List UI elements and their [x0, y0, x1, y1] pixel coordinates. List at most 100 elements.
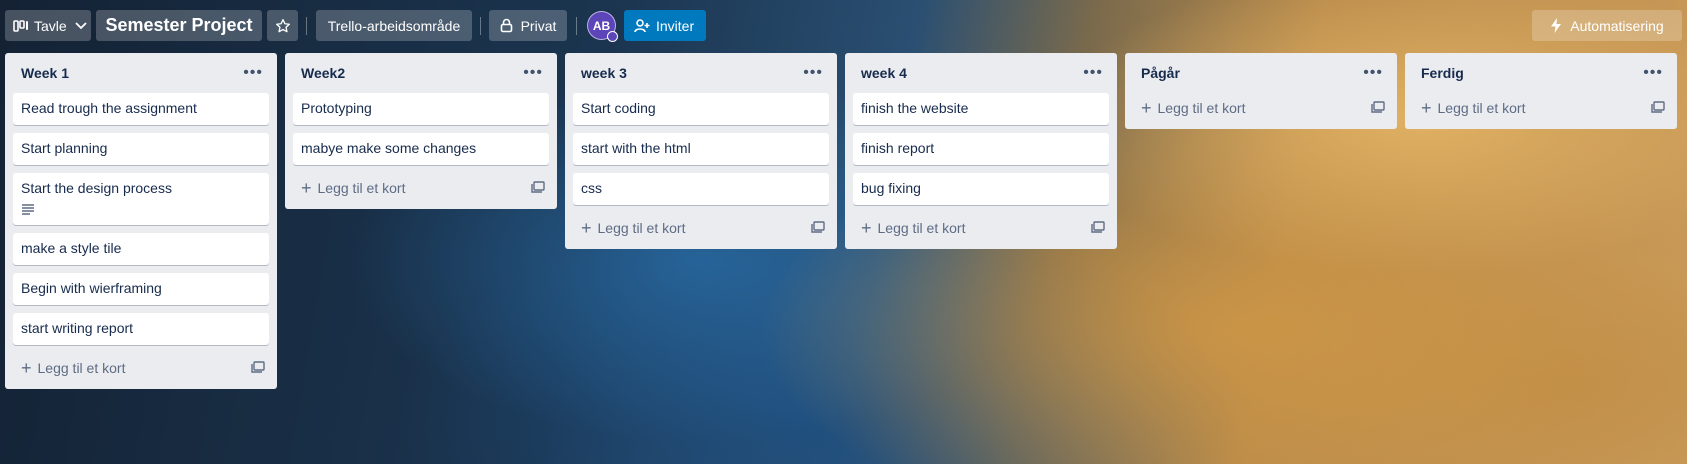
add-card-row: + Legg til et kort	[573, 213, 829, 243]
add-card-row: + Legg til et kort	[293, 173, 549, 203]
invite-button[interactable]: Inviter	[624, 10, 707, 41]
add-card-button[interactable]: + Legg til et kort	[1141, 99, 1245, 117]
add-card-row: + Legg til et kort	[13, 353, 269, 383]
card-template-icon[interactable]	[251, 360, 265, 376]
plus-icon: +	[21, 358, 32, 378]
more-icon[interactable]: •••	[803, 65, 823, 81]
card-list: Start coding start with the html css	[573, 93, 829, 205]
plus-icon: +	[861, 218, 872, 238]
card-title: Start coding	[581, 100, 656, 116]
more-icon[interactable]: •••	[243, 65, 263, 81]
add-card-button[interactable]: + Legg til et kort	[21, 359, 125, 377]
invite-label: Inviter	[656, 17, 695, 34]
list-title[interactable]: Week 1	[21, 65, 69, 81]
list-title[interactable]: Pågår	[1141, 65, 1180, 81]
more-icon[interactable]: •••	[1643, 65, 1663, 81]
add-card-row: + Legg til et kort	[1413, 93, 1669, 123]
description-icon	[21, 202, 261, 218]
list-title[interactable]: Ferdig	[1421, 65, 1464, 81]
visibility-button[interactable]: Privat	[489, 10, 567, 41]
card[interactable]: Start the design process	[13, 173, 269, 225]
list-week-2: Week2 ••• Prototyping mabye make some ch…	[285, 53, 557, 209]
card[interactable]: Prototyping	[293, 93, 549, 125]
card-title: Begin with wierframing	[21, 280, 162, 296]
list-title[interactable]: week 3	[581, 65, 627, 81]
card[interactable]: Begin with wierframing	[13, 273, 269, 305]
card-title: finish the website	[861, 100, 969, 116]
list-header: week 3 •••	[573, 53, 829, 93]
card[interactable]: Read trough the assignment	[13, 93, 269, 125]
avatar[interactable]: AB	[587, 11, 618, 42]
chevron-down-icon	[75, 21, 87, 30]
automation-button[interactable]: Automatisering	[1532, 10, 1682, 41]
card-template-icon[interactable]	[531, 180, 545, 196]
more-icon[interactable]: •••	[1363, 65, 1383, 81]
admin-badge-icon	[607, 31, 618, 42]
workspace-button[interactable]: Trello-arbeidsområde	[316, 10, 472, 41]
card[interactable]: finish the website	[853, 93, 1109, 125]
list-week-4: week 4 ••• finish the website finish rep…	[845, 53, 1117, 249]
header-divider	[576, 17, 577, 35]
card[interactable]: finish report	[853, 133, 1109, 165]
header-divider	[306, 17, 307, 35]
add-card-button[interactable]: + Legg til et kort	[861, 219, 965, 237]
card-template-icon[interactable]	[1651, 100, 1665, 116]
card[interactable]: start with the html	[573, 133, 829, 165]
card[interactable]: mabye make some changes	[293, 133, 549, 165]
card-title: finish report	[861, 140, 935, 156]
add-card-label: Legg til et kort	[877, 220, 966, 236]
list-header: Week2 •••	[293, 53, 549, 93]
board-icon	[13, 19, 29, 33]
add-card-label: Legg til et kort	[597, 220, 686, 236]
plus-icon: +	[1141, 98, 1152, 118]
list-in-progress: Pågår ••• + Legg til et kort	[1125, 53, 1397, 129]
lock-icon	[500, 18, 513, 33]
list-header: Week 1 •••	[13, 53, 269, 93]
avatar-initials: AB	[592, 18, 611, 33]
add-card-label: Legg til et kort	[37, 360, 126, 376]
add-card-label: Legg til et kort	[1437, 100, 1526, 116]
card[interactable]: Start coding	[573, 93, 829, 125]
card-title: Prototyping	[301, 100, 372, 116]
card[interactable]: Start planning	[13, 133, 269, 165]
card[interactable]: make a style tile	[13, 233, 269, 265]
board-title[interactable]: Semester Project	[96, 10, 262, 41]
star-button[interactable]	[267, 10, 298, 41]
more-icon[interactable]: •••	[523, 65, 543, 81]
card-title: Read trough the assignment	[21, 100, 197, 116]
list-title[interactable]: week 4	[861, 65, 907, 81]
add-card-label: Legg til et kort	[317, 180, 406, 196]
list-header: week 4 •••	[853, 53, 1109, 93]
card[interactable]: css	[573, 173, 829, 205]
card-title: make a style tile	[21, 240, 122, 256]
visibility-label: Privat	[520, 17, 557, 34]
board-header: Tavle Semester Project Trello-arbeidsomr…	[0, 0, 1687, 50]
card-title: start writing report	[21, 320, 134, 336]
automation-label: Automatisering	[1570, 17, 1664, 34]
add-card-row: + Legg til et kort	[853, 213, 1109, 243]
card-title: Start planning	[21, 140, 108, 156]
add-card-button[interactable]: + Legg til et kort	[301, 179, 405, 197]
more-icon[interactable]: •••	[1083, 65, 1103, 81]
add-card-button[interactable]: + Legg til et kort	[581, 219, 685, 237]
board-view-switcher[interactable]: Tavle	[5, 10, 91, 41]
plus-icon: +	[581, 218, 592, 238]
card-template-icon[interactable]	[1371, 100, 1385, 116]
card[interactable]: bug fixing	[853, 173, 1109, 205]
card-template-icon[interactable]	[1091, 220, 1105, 236]
list-header: Ferdig •••	[1413, 53, 1669, 93]
board-view-label: Tavle	[34, 17, 67, 34]
card-template-icon[interactable]	[811, 220, 825, 236]
add-person-icon	[634, 18, 650, 33]
add-card-button[interactable]: + Legg til et kort	[1421, 99, 1525, 117]
plus-icon: +	[301, 178, 312, 198]
card-title: Start the design process	[21, 180, 172, 196]
add-card-label: Legg til et kort	[1157, 100, 1246, 116]
card-title: bug fixing	[861, 180, 921, 196]
card-title: start with the html	[581, 140, 691, 156]
card-list: finish the website finish report bug fix…	[853, 93, 1109, 205]
card-title: mabye make some changes	[301, 140, 477, 156]
plus-icon: +	[1421, 98, 1432, 118]
list-title[interactable]: Week2	[301, 65, 345, 81]
card[interactable]: start writing report	[13, 313, 269, 345]
